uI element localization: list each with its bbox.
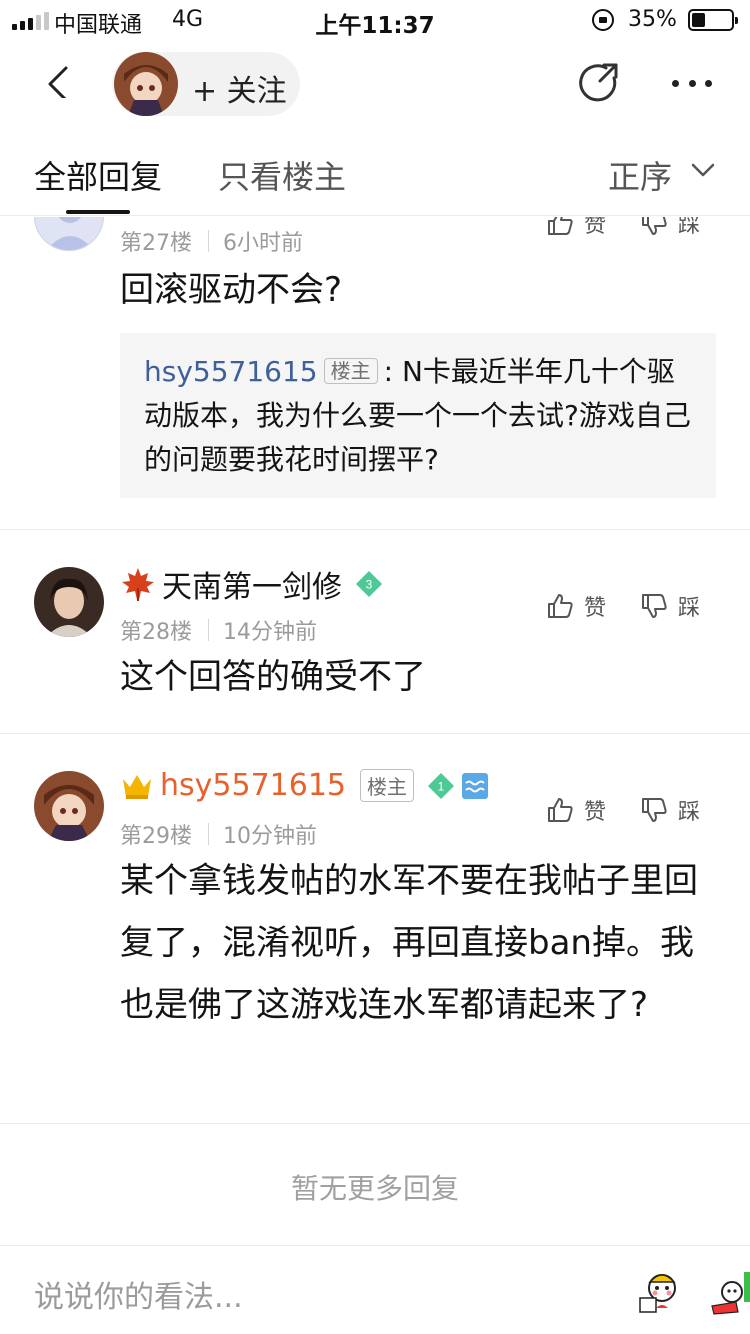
dislike-button[interactable]: 踩 xyxy=(640,217,700,239)
dislike-label: 踩 xyxy=(678,800,701,825)
reply-item: 天南第一剑修 3 赞 踩 第28楼 14分钟前 这个回答的确受不了 xyxy=(0,530,750,734)
like-button[interactable]: 赞 xyxy=(546,590,606,622)
thumbs-up-icon xyxy=(548,217,573,235)
quote-colon: : xyxy=(383,355,394,388)
chevron-down-icon[interactable] xyxy=(690,160,716,180)
username[interactable]: hsy5571615 xyxy=(160,768,346,803)
follow-label: + 关注 xyxy=(192,74,287,109)
reply-text: 某个拿钱发帖的水军不要在我帖子里回复了，混淆视听，再回直接ban掉。我也是佛了这… xyxy=(120,861,698,1025)
tab-indicator xyxy=(66,210,130,214)
reply-header: hsy5571615 楼主 1 xyxy=(120,768,489,803)
nav-bar: + 关注 xyxy=(0,40,750,130)
sticker-emoji-icon[interactable] xyxy=(636,1266,686,1316)
reply-time: 6小时前 xyxy=(223,231,303,256)
sticker-gift-icon[interactable] xyxy=(700,1266,750,1316)
reply-item: 赞 踩 第27楼 6小时前 回滚驱动不会? hsy5571615 楼主: N卡最近… xyxy=(0,217,750,530)
like-label: 赞 xyxy=(584,800,607,825)
floor-number: 第29楼 xyxy=(120,824,192,849)
dislike-button[interactable]: 踩 xyxy=(640,794,700,826)
follow-button[interactable]: + 关注 xyxy=(112,52,300,116)
reply-item: hsy5571615 楼主 1 赞 踩 第29楼 10分钟前 某个拿钱发帖的水军… xyxy=(0,734,750,1124)
thumbs-up-icon xyxy=(548,798,573,822)
floor-number: 第28楼 xyxy=(120,620,192,645)
dislike-label: 踩 xyxy=(678,217,701,238)
op-badge: 楼主 xyxy=(323,358,378,384)
user-avatar[interactable] xyxy=(34,567,104,637)
battery-percent: 35% xyxy=(628,7,677,32)
tab-all-replies[interactable]: 全部回复 xyxy=(34,152,162,198)
thumbs-down-icon xyxy=(642,217,667,235)
quoted-reply[interactable]: hsy5571615 楼主: N卡最近半年几十个驱动版本，我为什么要一个一个去试?… xyxy=(120,333,716,498)
floor-number: 第27楼 xyxy=(120,231,192,256)
battery-icon xyxy=(688,9,738,31)
quoted-username[interactable]: hsy5571615 xyxy=(144,355,318,388)
comment-input[interactable]: 说说你的看法... xyxy=(34,1272,243,1316)
reply-text: 回滚驱动不会? xyxy=(120,270,343,310)
op-badge: 楼主 xyxy=(360,769,415,802)
user-avatar[interactable] xyxy=(34,217,104,251)
reply-meta: 第27楼 6小时前 xyxy=(120,225,303,257)
author-avatar[interactable] xyxy=(114,52,178,116)
reply-text: 这个回答的确受不了 xyxy=(120,657,426,697)
level-gem-icon: 3 xyxy=(356,571,382,597)
share-icon[interactable] xyxy=(578,62,622,106)
thumbs-up-icon xyxy=(548,594,573,618)
thumbs-down-icon xyxy=(642,798,667,822)
reply-meta: 第29楼 10分钟前 xyxy=(120,818,317,850)
dislike-label: 踩 xyxy=(678,596,701,621)
reply-actions: 赞 踩 xyxy=(546,217,700,239)
comment-bar: 说说你的看法... xyxy=(0,1245,750,1334)
reply-header: 天南第一剑修 3 xyxy=(120,562,384,606)
username[interactable]: 天南第一剑修 xyxy=(162,562,342,606)
like-button[interactable]: 赞 xyxy=(546,794,606,826)
reply-actions: 赞 踩 xyxy=(546,590,700,622)
reply-actions: 赞 踩 xyxy=(546,794,700,826)
level-gem-icon: 1 xyxy=(428,772,455,799)
reply-meta: 第28楼 14分钟前 xyxy=(120,614,317,646)
wave-badge-icon xyxy=(462,772,489,799)
divider xyxy=(0,1123,750,1124)
like-label: 赞 xyxy=(584,596,607,621)
level-number: 3 xyxy=(366,578,373,592)
thumbs-down-icon xyxy=(642,594,667,618)
dislike-button[interactable]: 踩 xyxy=(640,590,700,622)
like-label: 赞 xyxy=(584,217,607,238)
back-chevron-icon[interactable] xyxy=(44,66,76,98)
orientation-lock-icon xyxy=(592,9,614,31)
status-bar: 中国联通 4G 上午11:37 35% xyxy=(0,0,750,40)
battery-fill xyxy=(692,13,705,27)
reply-list: 赞 踩 第27楼 6小时前 回滚驱动不会? hsy5571615 楼主: N卡最近… xyxy=(0,217,750,1245)
maple-leaf-icon xyxy=(122,568,154,601)
more-dots-icon[interactable] xyxy=(672,80,712,90)
reply-time: 10分钟前 xyxy=(223,824,317,849)
tab-bar: 全部回复 只看楼主 正序 xyxy=(0,130,750,216)
no-more-replies: 暂无更多回复 xyxy=(290,1172,459,1205)
like-button[interactable]: 赞 xyxy=(546,217,606,239)
user-avatar[interactable] xyxy=(34,771,104,841)
sort-order-button[interactable]: 正序 xyxy=(608,152,672,198)
level-number: 1 xyxy=(438,779,445,793)
crown-icon xyxy=(123,774,151,799)
tab-op-only[interactable]: 只看楼主 xyxy=(218,152,346,198)
reply-time: 14分钟前 xyxy=(223,620,317,645)
